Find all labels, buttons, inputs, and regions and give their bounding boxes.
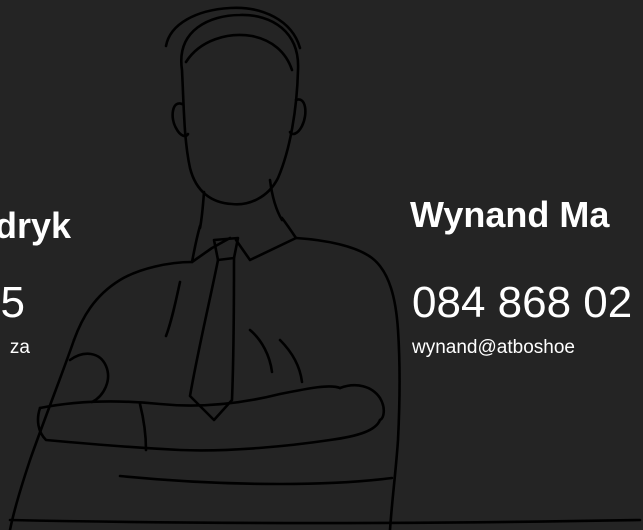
contact-phone-right[interactable]: 084 868 02 bbox=[412, 281, 632, 325]
contact-email-right[interactable]: wynand@atboshoe bbox=[412, 338, 575, 357]
sleeve-fold bbox=[248, 328, 274, 374]
tie-body bbox=[188, 256, 236, 422]
neck-left bbox=[198, 190, 206, 230]
hand-right bbox=[338, 384, 386, 422]
shoulder-left bbox=[72, 260, 194, 342]
shirt-fold bbox=[164, 280, 182, 338]
collar-right bbox=[234, 216, 298, 262]
hair-line bbox=[184, 33, 294, 72]
sleeve-fold-2 bbox=[278, 338, 304, 384]
collar-left bbox=[190, 224, 232, 264]
neck-right bbox=[268, 178, 284, 222]
businessman-line-art-icon bbox=[8, 6, 642, 530]
contact-card-panel: dryk 5 za Wynand Ma 084 868 02 wynand@at… bbox=[0, 0, 643, 530]
shoulder-right bbox=[294, 236, 401, 530]
ground-line bbox=[8, 518, 642, 525]
head-outline bbox=[180, 13, 300, 206]
contact-name-left: dryk bbox=[0, 205, 71, 246]
contact-email-left[interactable]: za bbox=[10, 338, 30, 357]
hand-left bbox=[68, 352, 110, 404]
contact-phone-left[interactable]: 5 bbox=[1, 281, 25, 325]
cuff bbox=[138, 402, 148, 452]
contact-name-right: Wynand Ma bbox=[410, 194, 610, 235]
waist bbox=[118, 474, 394, 486]
